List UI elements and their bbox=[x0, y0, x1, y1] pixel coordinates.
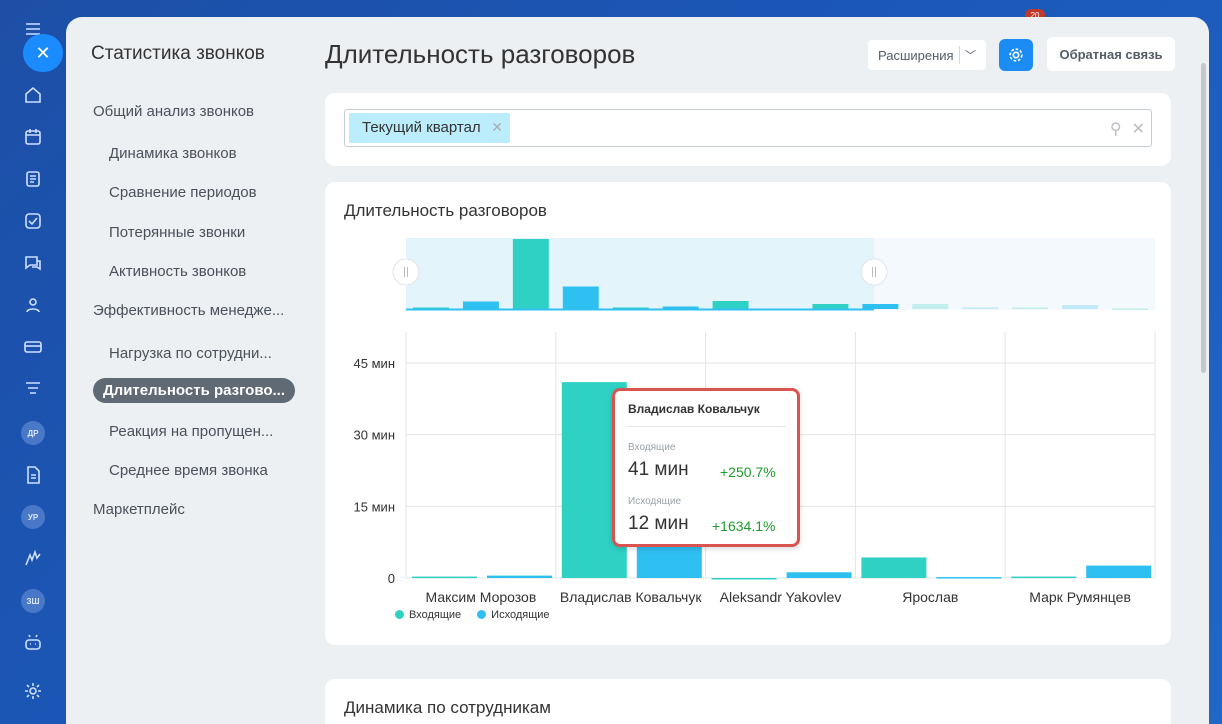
divider bbox=[627, 426, 787, 427]
filter-input[interactable]: Текущий квартал ✕ ⚲ ✕ bbox=[344, 109, 1152, 147]
overview-bar bbox=[912, 304, 949, 309]
employee-dynamics-panel: Динамика по сотрудникам bbox=[325, 679, 1171, 724]
tasks-icon[interactable] bbox=[18, 206, 48, 236]
bar-outgoing bbox=[786, 572, 852, 578]
overview-bar bbox=[1062, 305, 1099, 309]
file-icon[interactable] bbox=[18, 460, 48, 490]
extensions-dropdown[interactable]: Расширения ﹀ bbox=[868, 40, 986, 70]
x-tick-label: Марк Румянцев bbox=[1029, 589, 1131, 605]
tooltip-incoming-label: Входящие bbox=[628, 442, 676, 453]
x-tick-label: Ярослав bbox=[902, 589, 958, 605]
bar-outgoing bbox=[1086, 565, 1152, 578]
overview-bar bbox=[462, 301, 499, 309]
y-tick-label: 0 bbox=[388, 571, 395, 586]
document-icon[interactable] bbox=[18, 164, 48, 194]
sidebar-item-period-comparison[interactable]: Сравнение периодов bbox=[109, 184, 257, 201]
bar-incoming bbox=[711, 578, 777, 580]
chat-icon[interactable] bbox=[18, 248, 48, 278]
bar-incoming bbox=[861, 557, 927, 578]
divider bbox=[959, 46, 960, 64]
x-tick-label: Максим Морозов bbox=[426, 589, 537, 605]
chart-legend: Входящие Исходящие bbox=[395, 609, 550, 621]
scrollbar[interactable] bbox=[1201, 63, 1206, 373]
overview-bar bbox=[962, 307, 999, 309]
tooltip-incoming-delta: +250.7% bbox=[720, 464, 776, 480]
avatar-dr[interactable]: ДР bbox=[21, 421, 45, 445]
filter-panel: Текущий квартал ✕ ⚲ ✕ bbox=[325, 93, 1171, 166]
settings-button[interactable] bbox=[999, 39, 1033, 71]
calendar-icon[interactable] bbox=[18, 122, 48, 152]
overview-bar bbox=[1112, 308, 1148, 310]
feedback-button[interactable]: Обратная связь bbox=[1047, 37, 1175, 71]
y-tick-label: 45 мин bbox=[354, 356, 395, 371]
filter-icon[interactable] bbox=[18, 374, 48, 404]
overview-bar bbox=[812, 304, 849, 309]
overview-bar bbox=[712, 301, 749, 309]
robot-icon[interactable] bbox=[18, 628, 48, 658]
tooltip-incoming-value: 41 мин bbox=[628, 459, 689, 480]
x-tick-label: Владислав Ковальчук bbox=[560, 589, 702, 605]
overview-right-handle bbox=[860, 258, 888, 286]
overview-bar bbox=[1012, 307, 1049, 309]
extensions-label: Расширения bbox=[878, 47, 954, 63]
overview-left-handle bbox=[392, 258, 420, 286]
sidebar-item-avg-call-time[interactable]: Среднее время звонка bbox=[109, 462, 268, 479]
overview-selection bbox=[406, 238, 874, 310]
overview-bar bbox=[562, 286, 599, 309]
filter-chip[interactable]: Текущий квартал ✕ bbox=[349, 113, 510, 143]
stats-slider: Статистика звонков Общий анализ звонков … bbox=[66, 17, 1209, 724]
card-icon[interactable] bbox=[18, 332, 48, 362]
sidebar-item-call-duration[interactable]: Длительность разгово... bbox=[93, 378, 296, 403]
chevron-down-icon[interactable]: ﹀ bbox=[965, 47, 976, 63]
avatar-zsh[interactable]: ЗШ bbox=[21, 589, 45, 613]
sidebar-item-general-analysis[interactable]: Общий анализ звонков bbox=[93, 103, 254, 120]
search-icon[interactable]: ⚲ bbox=[1110, 119, 1122, 139]
home-icon[interactable] bbox=[18, 80, 48, 110]
chart-tooltip: Владислав Ковальчук Входящие 41 мин +250… bbox=[612, 388, 800, 547]
avatar-ur[interactable]: УР bbox=[21, 505, 45, 529]
sidebar-item-call-activity[interactable]: Активность звонков bbox=[109, 263, 246, 280]
sidebar-item-marketplace[interactable]: Маркетплейс bbox=[93, 501, 185, 518]
section-title: Динамика по сотрудникам bbox=[344, 698, 551, 717]
sidebar-item-missed-reaction[interactable]: Реакция на пропущен... bbox=[109, 423, 273, 440]
sidebar-title: Статистика звонков bbox=[91, 43, 265, 64]
legend-item-outgoing[interactable]: Исходящие bbox=[477, 609, 550, 621]
y-tick-label: 30 мин bbox=[354, 428, 395, 443]
settings-icon[interactable] bbox=[18, 676, 48, 706]
logo-icon[interactable] bbox=[18, 544, 48, 574]
chip-remove-icon[interactable]: ✕ bbox=[491, 119, 503, 136]
tooltip-title: Владислав Ковальчук bbox=[628, 402, 760, 416]
legend-item-incoming[interactable]: Входящие bbox=[395, 609, 461, 621]
y-tick-label: 15 мин bbox=[354, 499, 395, 514]
overview-bar bbox=[862, 304, 899, 309]
tooltip-outgoing-label: Исходящие bbox=[628, 496, 682, 507]
x-tick-label: Aleksandr Yakovlev bbox=[720, 589, 842, 605]
bar-outgoing bbox=[936, 577, 1002, 579]
gear-icon bbox=[1009, 48, 1023, 62]
sidebar-item-lost-calls[interactable]: Потерянные звонки bbox=[109, 224, 245, 241]
bar-outgoing bbox=[487, 575, 552, 578]
sidebar-item-call-dynamics[interactable]: Динамика звонков bbox=[109, 145, 237, 162]
sidebar-item-manager-efficiency[interactable]: Эффективность менедже... bbox=[93, 302, 284, 319]
sidebar-item-employee-load[interactable]: Нагрузка по сотрудни... bbox=[109, 345, 272, 362]
users-icon[interactable] bbox=[18, 290, 48, 320]
tooltip-outgoing-value: 12 мин bbox=[628, 513, 689, 534]
overview-bar bbox=[512, 239, 549, 309]
close-slider-button[interactable]: ✕ bbox=[23, 34, 63, 72]
tooltip-outgoing-delta: +1634.1% bbox=[712, 518, 776, 534]
app-rail: ✕ ДР УР ЗШ bbox=[0, 0, 66, 724]
filter-chip-label: Текущий квартал bbox=[362, 119, 481, 136]
bar-incoming bbox=[1011, 576, 1077, 579]
clear-icon[interactable]: ✕ bbox=[1132, 119, 1145, 139]
page-title: Длительность разговоров bbox=[325, 39, 636, 69]
bar-incoming bbox=[412, 576, 477, 579]
